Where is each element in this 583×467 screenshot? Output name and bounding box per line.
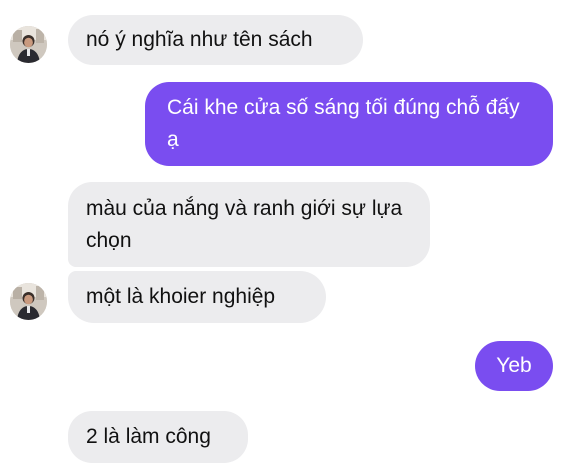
incoming-message[interactable]: một là khoier nghiệp: [68, 271, 326, 323]
incoming-message[interactable]: nó ý nghĩa như tên sách: [68, 15, 363, 65]
contact-avatar-icon: [10, 26, 47, 63]
incoming-message[interactable]: 2 là làm công: [68, 411, 248, 463]
incoming-message[interactable]: màu của nắng và ranh giới sự lựa chọn: [68, 182, 430, 267]
contact-avatar[interactable]: [10, 26, 47, 63]
outgoing-message[interactable]: Yeb: [475, 341, 553, 391]
outgoing-message[interactable]: Cái khe cửa số sáng tối đúng chỗ đấy ạ: [145, 82, 553, 166]
contact-avatar-icon: [10, 283, 47, 320]
contact-avatar[interactable]: [10, 283, 47, 320]
